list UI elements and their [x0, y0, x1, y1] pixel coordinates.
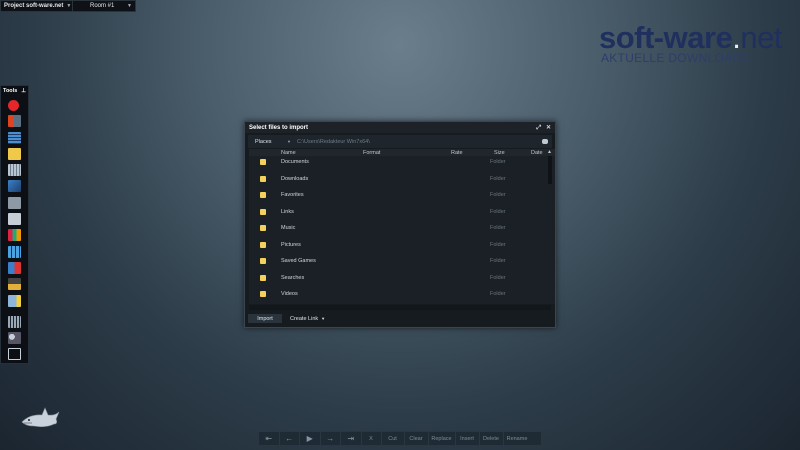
tools-title: Tools — [3, 88, 18, 94]
dialog-titlebar: Select files to import ⤢ ✕ — [245, 122, 555, 133]
list-icon[interactable] — [8, 131, 21, 144]
effects-icon[interactable] — [8, 261, 21, 274]
pin-icon[interactable]: ⊥ — [21, 88, 26, 94]
folder-icon — [260, 192, 266, 198]
go-to-start-icon[interactable]: ⇤ — [259, 432, 280, 445]
list-item[interactable]: Music Folder — [249, 223, 545, 233]
chevron-down-icon: ▼ — [66, 3, 72, 9]
folder-icon — [260, 208, 266, 215]
watermark-brand: soft-ware.net — [598, 20, 783, 55]
play-icon[interactable]: ▶ — [300, 432, 321, 445]
column-date[interactable]: Date — [531, 150, 543, 156]
forward-icon[interactable]: → — [321, 432, 341, 445]
folder-icon — [260, 225, 266, 231]
dialog-title: Select files to import — [249, 124, 309, 131]
download-icon[interactable] — [8, 348, 21, 361]
delete-button[interactable]: Delete — [480, 432, 504, 445]
column-rate[interactable]: Rate — [451, 150, 463, 156]
import-button[interactable]: Import — [248, 314, 282, 323]
places-dropdown[interactable]: Places — [248, 139, 287, 145]
column-format[interactable]: Format — [363, 150, 380, 156]
room-label: Room #1 — [90, 3, 115, 9]
list-item[interactable]: Saved Games Folder — [249, 256, 545, 266]
go-to-end-icon[interactable]: ⇥ — [341, 432, 362, 445]
column-name[interactable]: Name — [281, 150, 296, 156]
folder-icon — [260, 291, 266, 297]
import-dialog: Select files to import ⤢ ✕ Places ▼ C:\U… — [244, 121, 556, 328]
path-field[interactable]: C:\Users\Redakteur Win7x64\ — [297, 139, 542, 145]
top-bar: Project soft-ware.net ▼ Room #1 ▼ — [0, 0, 136, 12]
tools-panel: Tools ⊥ — [0, 85, 29, 364]
remove-icon[interactable] — [8, 115, 21, 128]
list-item[interactable]: Videos Folder — [249, 289, 545, 299]
scroll-up-icon[interactable]: ▲ — [547, 149, 552, 155]
replace-button[interactable]: Replace — [429, 432, 456, 445]
shark-logo-icon — [21, 407, 60, 427]
cut-button[interactable]: Cut — [382, 432, 405, 445]
folder-icon — [260, 159, 266, 165]
maximize-icon[interactable]: ⤢ — [536, 125, 541, 131]
cloud-icon[interactable] — [542, 139, 548, 144]
list-item[interactable]: Pictures Folder — [249, 240, 545, 250]
folder-icon — [260, 258, 266, 264]
list-item[interactable]: Documents Folder — [249, 157, 545, 167]
chevron-down-icon: ▼ — [321, 316, 326, 321]
tools-header: Tools ⊥ — [1, 86, 28, 96]
bars-icon[interactable] — [8, 229, 21, 242]
folder-icon — [260, 241, 266, 248]
grid-icon[interactable] — [8, 245, 21, 258]
export-icon[interactable] — [8, 278, 21, 291]
mixer-icon[interactable] — [8, 315, 21, 328]
create-link-button[interactable]: Create Link ▼ — [286, 314, 329, 323]
watermark: soft-ware.net AKTUELLE DOWNLOADS — [598, 20, 783, 66]
list-item[interactable]: Searches Folder — [249, 273, 545, 283]
share-icon[interactable] — [8, 294, 21, 307]
users-icon[interactable] — [8, 331, 21, 344]
horizontal-scrollbar[interactable] — [249, 305, 551, 310]
window-icon[interactable] — [8, 180, 21, 193]
file-list[interactable]: Name Format Rate Size Date Documents Fol… — [249, 149, 555, 304]
project-selector[interactable]: Project soft-ware.net ▼ — [1, 1, 73, 11]
column-size[interactable]: Size — [494, 150, 505, 156]
x-button[interactable]: X — [362, 432, 382, 445]
scroll-thumb[interactable] — [547, 156, 552, 184]
folder-icon — [260, 274, 266, 281]
dialog-footer: Import Create Link ▼ — [248, 314, 329, 323]
folder-icon — [260, 175, 266, 182]
vertical-scrollbar[interactable]: ▲ — [547, 149, 552, 299]
printer-icon[interactable] — [8, 196, 21, 209]
room-selector[interactable]: Room #1 ▼ — [73, 1, 135, 11]
list-item[interactable]: Favorites Folder — [249, 190, 545, 200]
rename-button[interactable]: Rename — [504, 432, 531, 445]
chevron-down-icon: ▼ — [127, 3, 132, 9]
bottom-toolbar: ⇤ ← ▶ → ⇥ X Cut Clear Replace Insert Del… — [258, 431, 542, 446]
chevron-down-icon[interactable]: ▼ — [287, 139, 291, 144]
record-icon[interactable] — [8, 100, 19, 111]
list-item[interactable]: Downloads Folder — [249, 174, 545, 184]
scanner-icon[interactable] — [8, 213, 21, 226]
folder-icon[interactable] — [8, 147, 21, 160]
close-icon[interactable]: ✕ — [546, 125, 551, 131]
clear-button[interactable]: Clear — [405, 432, 429, 445]
list-item[interactable]: Links Folder — [249, 207, 545, 217]
keyboard-icon[interactable] — [8, 164, 21, 177]
project-label: Project soft-ware.net — [4, 3, 64, 9]
column-header: Name Format Rate Size Date — [249, 149, 555, 156]
insert-button[interactable]: Insert — [456, 432, 480, 445]
path-bar: Places ▼ C:\Users\Redakteur Win7x64\ — [248, 135, 552, 148]
back-icon[interactable]: ← — [280, 432, 300, 445]
